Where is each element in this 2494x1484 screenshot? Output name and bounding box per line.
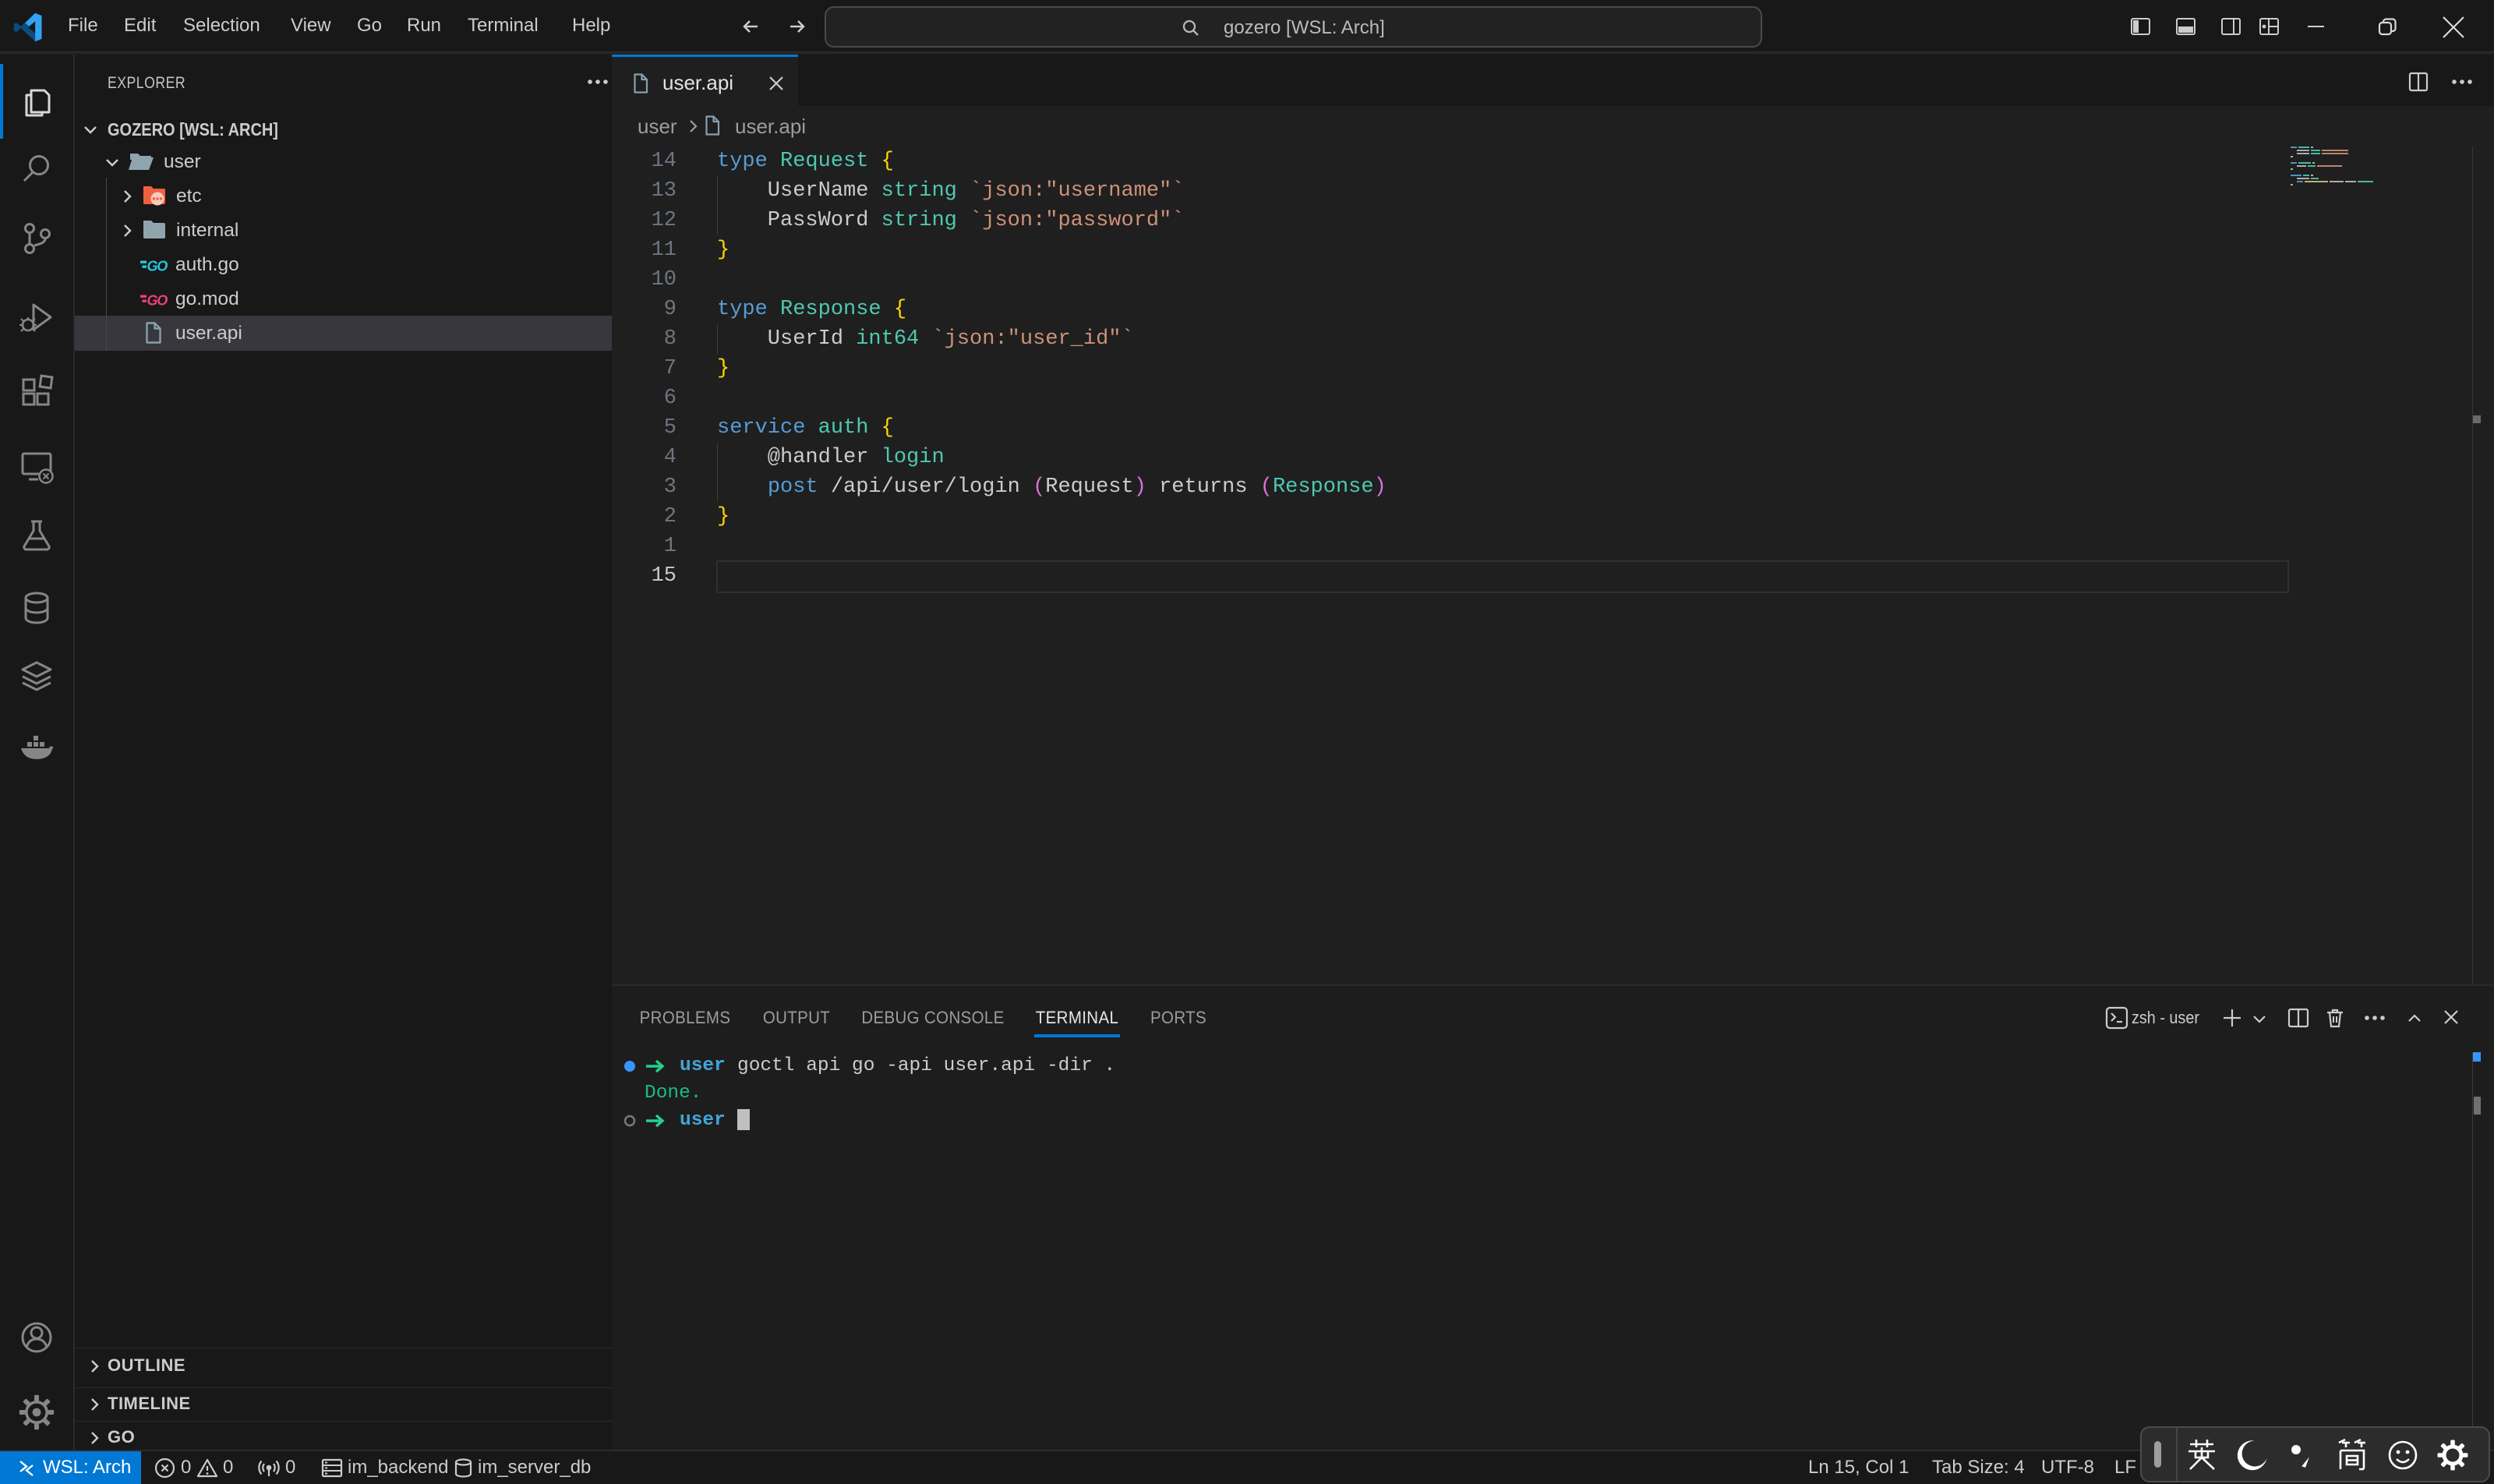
svg-text:GO: GO <box>147 293 168 309</box>
svg-text:GO: GO <box>147 259 168 274</box>
